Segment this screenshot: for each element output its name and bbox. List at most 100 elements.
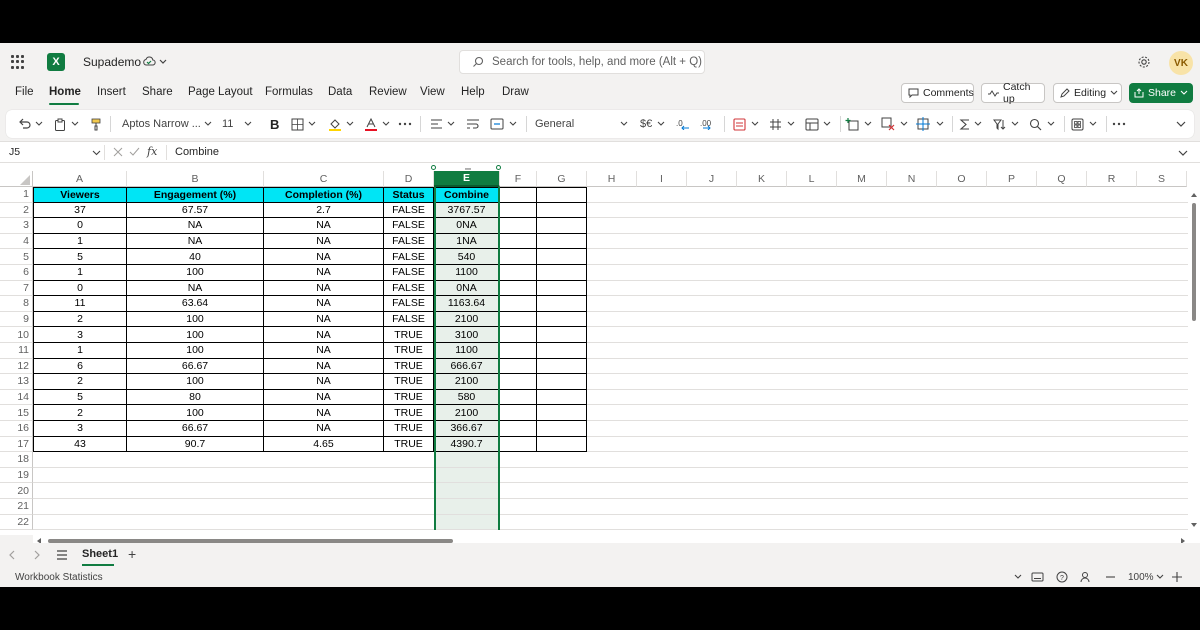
table-cell[interactable]: 1 xyxy=(33,233,127,250)
menu-draw[interactable]: Draw xyxy=(502,86,529,98)
row-header-15[interactable]: 15 xyxy=(0,405,33,421)
table-cell[interactable]: NA xyxy=(127,233,264,250)
table-cell[interactable] xyxy=(537,421,587,437)
selection-handle-left[interactable] xyxy=(431,165,436,170)
spreadsheet-grid[interactable]: A B C D E F G H I J K L M N O P Q R S 1 2 3 4 5 6 7 8 9 10 11 12 13 14 15… xyxy=(0,163,1200,535)
status-chevron-down-icon[interactable] xyxy=(1014,574,1022,580)
row-header-6[interactable]: 6 xyxy=(0,265,33,281)
column-header-c[interactable]: C xyxy=(264,171,384,187)
table-cell[interactable] xyxy=(537,249,587,265)
table-cell[interactable]: 1NA xyxy=(434,233,500,250)
format-as-table-chevron-down-icon[interactable] xyxy=(787,115,795,133)
row-header-10[interactable]: 10 xyxy=(0,327,33,343)
menu-review[interactable]: Review xyxy=(369,86,407,98)
more-options-icon[interactable] xyxy=(1112,115,1126,133)
column-header-f[interactable]: F xyxy=(500,171,537,187)
number-format-chevron-down-icon[interactable] xyxy=(620,115,628,133)
row-header-21[interactable]: 21 xyxy=(0,499,33,515)
format-cells-icon[interactable] xyxy=(916,115,930,133)
cell-styles-chevron-down-icon[interactable] xyxy=(823,115,831,133)
table-cell[interactable]: 540 xyxy=(434,249,500,265)
insert-function-icon[interactable]: fx xyxy=(147,145,157,158)
table-cell[interactable]: TRUE xyxy=(384,421,434,437)
table-cell[interactable] xyxy=(537,436,587,453)
bold-button[interactable]: B xyxy=(270,115,279,133)
add-ins-icon[interactable] xyxy=(1071,115,1084,133)
find-chevron-down-icon[interactable] xyxy=(1047,115,1055,133)
table-cell[interactable]: 2100 xyxy=(434,374,500,390)
table-cell[interactable] xyxy=(537,202,587,219)
share-button[interactable]: Share xyxy=(1129,83,1193,103)
autosum-chevron-down-icon[interactable] xyxy=(974,115,982,133)
column-header-m[interactable]: M xyxy=(837,171,887,187)
table-cell[interactable]: 1 xyxy=(33,343,127,359)
table-cell[interactable]: NA xyxy=(264,249,384,265)
table-cell[interactable]: NA xyxy=(264,265,384,281)
table-cell[interactable]: FALSE xyxy=(384,233,434,250)
column-header-i[interactable]: I xyxy=(637,171,687,187)
zoom-chevron-down-icon[interactable] xyxy=(1156,574,1164,580)
row-header-19[interactable]: 19 xyxy=(0,467,33,484)
row-header-18[interactable]: 18 xyxy=(0,452,33,468)
table-cell[interactable]: 5 xyxy=(33,389,127,406)
wrap-text-icon[interactable] xyxy=(466,115,480,133)
table-cell[interactable]: NA xyxy=(264,374,384,390)
align-chevron-down-icon[interactable] xyxy=(447,115,455,133)
table-cell[interactable] xyxy=(500,296,537,312)
table-cell[interactable]: 11 xyxy=(33,296,127,312)
table-cell[interactable]: NA xyxy=(264,311,384,328)
column-header-g[interactable]: G xyxy=(537,171,587,187)
table-cell[interactable]: 100 xyxy=(127,327,264,343)
table-cell[interactable] xyxy=(500,405,537,421)
column-header-s[interactable]: S xyxy=(1137,171,1187,187)
table-cell[interactable]: 2100 xyxy=(434,311,500,328)
row-header-12[interactable]: 12 xyxy=(0,358,33,375)
table-cell[interactable]: FALSE xyxy=(384,218,434,234)
row-header-1[interactable]: 1 xyxy=(0,187,33,203)
accessibility-icon[interactable] xyxy=(1080,571,1092,583)
table-cell[interactable]: 3 xyxy=(33,421,127,437)
search-box[interactable]: Search for tools, help, and more (Alt + … xyxy=(459,50,705,74)
row-header-7[interactable]: 7 xyxy=(0,280,33,297)
column-header-j[interactable]: J xyxy=(687,171,737,187)
collapse-ribbon-chevron-down-icon[interactable] xyxy=(1176,115,1186,133)
table-cell[interactable]: NA xyxy=(264,405,384,421)
borders-icon[interactable] xyxy=(291,115,304,133)
table-cell[interactable]: 366.67 xyxy=(434,421,500,437)
column-drag-handle-icon[interactable] xyxy=(465,163,471,173)
currency-chevron-down-icon[interactable] xyxy=(657,115,665,133)
row-header-20[interactable]: 20 xyxy=(0,483,33,499)
table-cell[interactable] xyxy=(500,358,537,375)
table-cell[interactable]: NA xyxy=(264,421,384,437)
table-cell[interactable] xyxy=(500,249,537,265)
table-cell[interactable]: 2 xyxy=(33,311,127,328)
table-cell[interactable]: NA xyxy=(264,296,384,312)
name-box[interactable]: J5 xyxy=(9,146,20,158)
table-cell[interactable]: 2 xyxy=(33,405,127,421)
table-cell[interactable]: 100 xyxy=(127,343,264,359)
table-cell[interactable]: 5 xyxy=(33,249,127,265)
table-cell[interactable] xyxy=(500,421,537,437)
table-cell[interactable]: NA xyxy=(264,343,384,359)
row-header-9[interactable]: 9 xyxy=(0,311,33,328)
number-format-dropdown[interactable]: General xyxy=(535,115,619,133)
menu-formulas[interactable]: Formulas xyxy=(265,86,313,98)
table-cell[interactable]: 3 xyxy=(33,327,127,343)
table-cell[interactable]: 1100 xyxy=(434,265,500,281)
table-cell[interactable]: FALSE xyxy=(384,311,434,328)
table-header-cell[interactable]: Completion (%) xyxy=(264,187,384,203)
table-cell[interactable]: FALSE xyxy=(384,202,434,219)
table-cell[interactable]: 2.7 xyxy=(264,202,384,219)
row-header-22[interactable]: 22 xyxy=(0,514,33,531)
table-cell[interactable]: 666.67 xyxy=(434,358,500,375)
row-header-2[interactable]: 2 xyxy=(0,202,33,219)
menu-insert[interactable]: Insert xyxy=(97,86,126,98)
row-header-14[interactable]: 14 xyxy=(0,389,33,406)
zoom-in-icon[interactable] xyxy=(1172,572,1182,582)
table-cell[interactable]: NA xyxy=(264,327,384,343)
vertical-scrollbar[interactable] xyxy=(1188,187,1200,535)
table-cell[interactable]: TRUE xyxy=(384,343,434,359)
sheet-tab-sheet1[interactable]: Sheet1 xyxy=(82,548,118,560)
table-header-cell[interactable]: Viewers xyxy=(33,187,127,203)
table-cell[interactable]: 2100 xyxy=(434,405,500,421)
